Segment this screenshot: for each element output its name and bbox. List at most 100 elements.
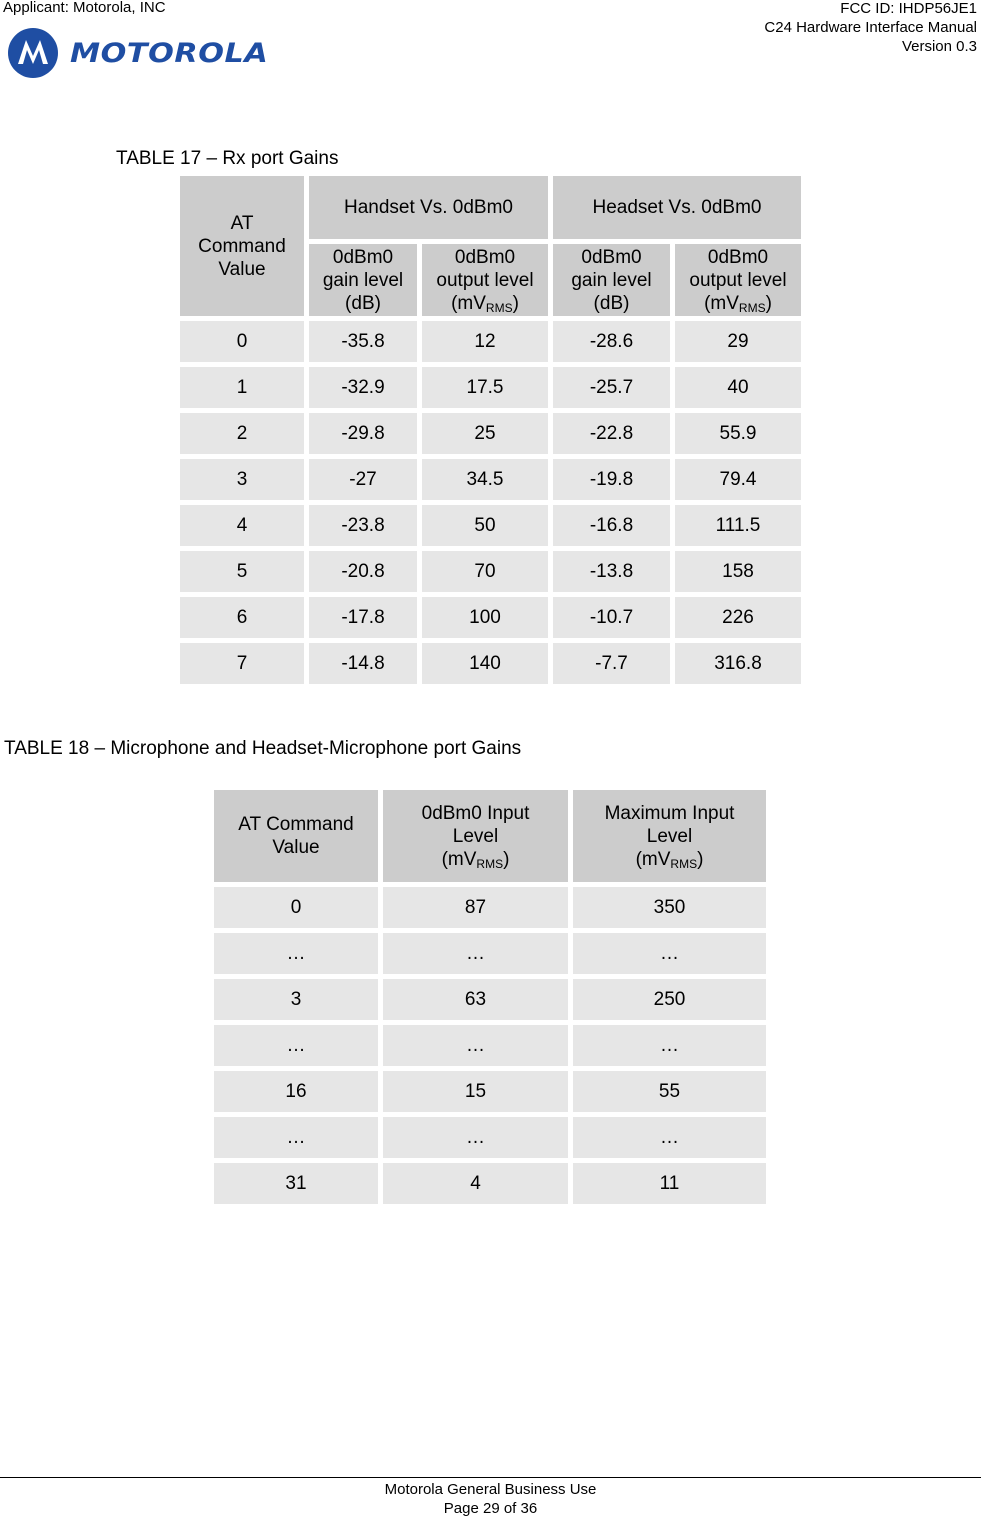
table-cell: -19.8 [553, 459, 670, 500]
table-cell: 55.9 [675, 413, 801, 454]
table-row: 2 -29.8 25 -22.8 55.9 [180, 413, 801, 454]
table-cell: -10.7 [553, 597, 670, 638]
table-cell: -32.9 [309, 367, 417, 408]
header-0dbm0-input-level: 0dBm0 Input Level (mVRMS) [383, 790, 568, 882]
table-cell: … [214, 1025, 378, 1066]
header-handset-output: 0dBm0 output level (mVRMS) [422, 244, 548, 316]
table-cell: 87 [383, 887, 568, 928]
table-cell: 100 [422, 597, 548, 638]
microphone-port-gains-table: AT Command Value 0dBm0 Input Level (mVRM… [209, 785, 771, 1209]
table-cell: 15 [383, 1071, 568, 1112]
header-headset-output: 0dBm0 output level (mVRMS) [675, 244, 801, 316]
table-row: 4 -23.8 50 -16.8 111.5 [180, 505, 801, 546]
table-cell: -35.8 [309, 321, 417, 362]
table-cell: -17.8 [309, 597, 417, 638]
table-cell: -25.7 [553, 367, 670, 408]
table-row: ……… [214, 1025, 766, 1066]
document-title: C24 Hardware Interface Manual [764, 19, 977, 36]
table-row: 7 -14.8 140 -7.7 316.8 [180, 643, 801, 684]
table-row: 3 63 250 [214, 979, 766, 1020]
rx-port-gains-table: AT Command Value Handset Vs. 0dBm0 Heads… [175, 171, 806, 689]
motorola-batwing-icon [8, 28, 58, 78]
table-cell: 40 [675, 367, 801, 408]
table-cell: -20.8 [309, 551, 417, 592]
table-cell: … [214, 933, 378, 974]
table-cell: 70 [422, 551, 548, 592]
table-cell: -14.8 [309, 643, 417, 684]
table-cell: -7.7 [553, 643, 670, 684]
footer-divider [0, 1477, 981, 1478]
table-cell: -28.6 [553, 321, 670, 362]
table-cell: 111.5 [675, 505, 801, 546]
header-handset-gain: 0dBm0 gain level (dB) [309, 244, 417, 316]
table-row: 16 15 55 [214, 1071, 766, 1112]
table-cell: -23.8 [309, 505, 417, 546]
header-at-command-value: AT Command Value [214, 790, 378, 882]
table-cell: 3 [180, 459, 304, 500]
document-version: Version 0.3 [901, 38, 977, 55]
table-cell: … [573, 1117, 766, 1158]
motorola-logo: MOTOROLA [8, 27, 268, 79]
table-cell: 6 [180, 597, 304, 638]
table-row: 1 -32.9 17.5 -25.7 40 [180, 367, 801, 408]
table-cell: 1 [180, 367, 304, 408]
table-cell: 4 [383, 1163, 568, 1204]
header-at-command-value: AT Command Value [180, 176, 304, 316]
table-cell: -22.8 [553, 413, 670, 454]
table-row: 5 -20.8 70 -13.8 158 [180, 551, 801, 592]
table-cell: 55 [573, 1071, 766, 1112]
page-number: Page 29 of 36 [443, 1500, 538, 1517]
header-headset-gain: 0dBm0 gain level (dB) [553, 244, 670, 316]
table-17-caption: TABLE 17 – Rx port Gains [116, 148, 339, 169]
fcc-id: FCC ID: IHDP56JE1 [840, 0, 977, 17]
table-cell: 7 [180, 643, 304, 684]
table-cell: … [383, 933, 568, 974]
table-cell: 250 [573, 979, 766, 1020]
table-cell: 4 [180, 505, 304, 546]
header-handset-group: Handset Vs. 0dBm0 [309, 176, 548, 239]
table-cell: 0 [214, 887, 378, 928]
table-cell: 158 [675, 551, 801, 592]
table-cell: 16 [214, 1071, 378, 1112]
document-header-right: FCC ID: IHDP56JE1 C24 Hardware Interface… [764, 0, 977, 56]
table-cell: 140 [422, 643, 548, 684]
table-cell: … [573, 1025, 766, 1066]
table-cell: 11 [573, 1163, 766, 1204]
table-cell: … [573, 933, 766, 974]
logo-wordmark: MOTOROLA [70, 37, 269, 69]
table-cell: -16.8 [553, 505, 670, 546]
table-cell: 17.5 [422, 367, 548, 408]
header-headset-group: Headset Vs. 0dBm0 [553, 176, 801, 239]
table-cell: 29 [675, 321, 801, 362]
applicant-label: Applicant: Motorola, INC [3, 0, 166, 16]
header-maximum-input-level: Maximum Input Level (mVRMS) [573, 790, 766, 882]
table-row: ……… [214, 933, 766, 974]
table-cell: 12 [422, 321, 548, 362]
table-cell: 34.5 [422, 459, 548, 500]
table-cell: 0 [180, 321, 304, 362]
table-cell: -13.8 [553, 551, 670, 592]
table-cell: 226 [675, 597, 801, 638]
table-cell: 2 [180, 413, 304, 454]
table-18-caption: TABLE 18 – Microphone and Headset-Microp… [4, 738, 522, 759]
table-cell: … [214, 1117, 378, 1158]
table-cell: 79.4 [675, 459, 801, 500]
table-cell: 3 [214, 979, 378, 1020]
table-row: 0 -35.8 12 -28.6 29 [180, 321, 801, 362]
table-row: 6 -17.8 100 -10.7 226 [180, 597, 801, 638]
table-cell: 350 [573, 887, 766, 928]
table-cell: 25 [422, 413, 548, 454]
table-cell: 31 [214, 1163, 378, 1204]
table-cell: 50 [422, 505, 548, 546]
table-cell: 316.8 [675, 643, 801, 684]
table-row: 31 4 11 [214, 1163, 766, 1204]
table-cell: … [383, 1025, 568, 1066]
footer-classification: Motorola General Business Use [384, 1481, 597, 1498]
table-cell: 63 [383, 979, 568, 1020]
table-row: ……… [214, 1117, 766, 1158]
table-cell: … [383, 1117, 568, 1158]
table-cell: -29.8 [309, 413, 417, 454]
table-row: 0 87 350 [214, 887, 766, 928]
table-cell: -27 [309, 459, 417, 500]
table-cell: 5 [180, 551, 304, 592]
